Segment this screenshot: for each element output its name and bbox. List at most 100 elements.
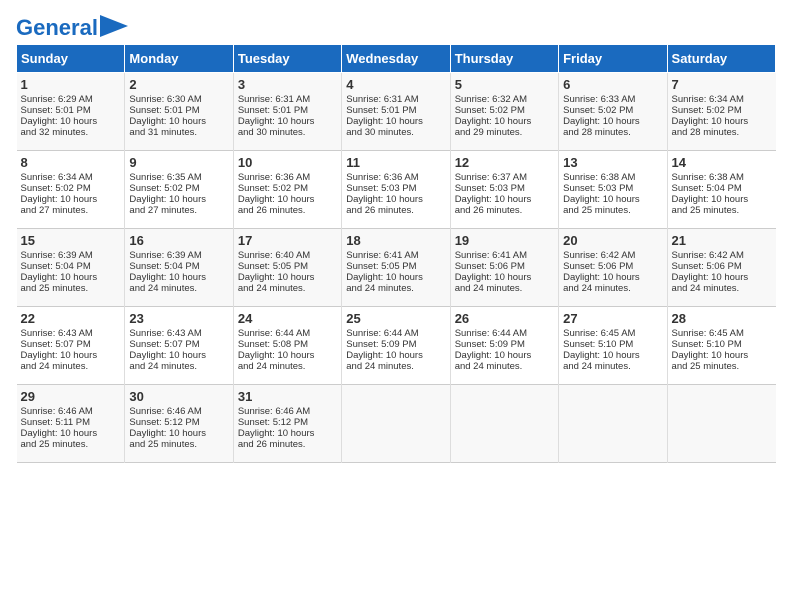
- day-info-line: Daylight: 10 hours: [21, 428, 121, 439]
- day-number: 5: [455, 77, 554, 92]
- day-info-line: Sunset: 5:10 PM: [672, 339, 772, 350]
- day-info-line: and 27 minutes.: [21, 205, 121, 216]
- day-number: 26: [455, 311, 554, 326]
- day-number: 18: [346, 233, 445, 248]
- day-info-line: Sunrise: 6:32 AM: [455, 94, 554, 105]
- week-row-3: 15Sunrise: 6:39 AMSunset: 5:04 PMDayligh…: [17, 229, 776, 307]
- col-header-tuesday: Tuesday: [233, 45, 341, 73]
- day-info-line: and 24 minutes.: [129, 283, 228, 294]
- day-info-line: Sunrise: 6:30 AM: [129, 94, 228, 105]
- day-cell: 11Sunrise: 6:36 AMSunset: 5:03 PMDayligh…: [342, 151, 450, 229]
- day-info-line: Daylight: 10 hours: [129, 428, 228, 439]
- day-number: 29: [21, 389, 121, 404]
- day-cell: 12Sunrise: 6:37 AMSunset: 5:03 PMDayligh…: [450, 151, 558, 229]
- day-info-line: Sunrise: 6:38 AM: [672, 172, 772, 183]
- week-row-5: 29Sunrise: 6:46 AMSunset: 5:11 PMDayligh…: [17, 385, 776, 463]
- day-info-line: Sunrise: 6:40 AM: [238, 250, 337, 261]
- day-info-line: Daylight: 10 hours: [672, 116, 772, 127]
- day-info-line: Daylight: 10 hours: [238, 428, 337, 439]
- day-number: 21: [672, 233, 772, 248]
- day-number: 9: [129, 155, 228, 170]
- day-info-line: Daylight: 10 hours: [563, 350, 662, 361]
- day-info-line: Sunrise: 6:36 AM: [238, 172, 337, 183]
- day-info-line: Sunset: 5:01 PM: [346, 105, 445, 116]
- day-info-line: Sunset: 5:03 PM: [563, 183, 662, 194]
- day-info-line: Daylight: 10 hours: [346, 194, 445, 205]
- logo-arrow-icon: [100, 15, 128, 37]
- day-info-line: Daylight: 10 hours: [672, 194, 772, 205]
- day-cell: 23Sunrise: 6:43 AMSunset: 5:07 PMDayligh…: [125, 307, 233, 385]
- day-info-line: Sunset: 5:12 PM: [129, 417, 228, 428]
- day-info-line: and 25 minutes.: [21, 439, 121, 450]
- day-cell: 25Sunrise: 6:44 AMSunset: 5:09 PMDayligh…: [342, 307, 450, 385]
- day-info-line: Daylight: 10 hours: [21, 116, 121, 127]
- day-info-line: and 24 minutes.: [238, 283, 337, 294]
- col-header-thursday: Thursday: [450, 45, 558, 73]
- day-cell: 16Sunrise: 6:39 AMSunset: 5:04 PMDayligh…: [125, 229, 233, 307]
- day-cell: 9Sunrise: 6:35 AMSunset: 5:02 PMDaylight…: [125, 151, 233, 229]
- day-number: 23: [129, 311, 228, 326]
- page-container: General SundayMondayTuesdayWednesdayThur…: [0, 0, 792, 471]
- day-info-line: Sunrise: 6:29 AM: [21, 94, 121, 105]
- day-info-line: Sunset: 5:10 PM: [563, 339, 662, 350]
- day-info-line: Sunrise: 6:41 AM: [346, 250, 445, 261]
- logo-text: General: [16, 16, 98, 40]
- day-info-line: Sunrise: 6:46 AM: [129, 406, 228, 417]
- day-info-line: Sunset: 5:04 PM: [129, 261, 228, 272]
- day-info-line: Sunrise: 6:38 AM: [563, 172, 662, 183]
- day-number: 4: [346, 77, 445, 92]
- day-info-line: Sunrise: 6:31 AM: [346, 94, 445, 105]
- day-info-line: and 24 minutes.: [563, 361, 662, 372]
- day-cell: 29Sunrise: 6:46 AMSunset: 5:11 PMDayligh…: [17, 385, 125, 463]
- day-info-line: Sunset: 5:12 PM: [238, 417, 337, 428]
- day-info-line: Sunset: 5:02 PM: [129, 183, 228, 194]
- day-info-line: Daylight: 10 hours: [129, 194, 228, 205]
- day-info-line: and 24 minutes.: [21, 361, 121, 372]
- day-info-line: and 24 minutes.: [672, 283, 772, 294]
- day-info-line: Daylight: 10 hours: [346, 350, 445, 361]
- day-info-line: Daylight: 10 hours: [563, 116, 662, 127]
- day-info-line: Sunset: 5:05 PM: [346, 261, 445, 272]
- day-info-line: Daylight: 10 hours: [672, 272, 772, 283]
- day-info-line: Sunrise: 6:43 AM: [21, 328, 121, 339]
- day-number: 27: [563, 311, 662, 326]
- day-info-line: Sunset: 5:02 PM: [21, 183, 121, 194]
- day-info-line: Daylight: 10 hours: [129, 116, 228, 127]
- header: General: [16, 12, 776, 36]
- day-info-line: and 24 minutes.: [346, 361, 445, 372]
- day-info-line: Daylight: 10 hours: [455, 194, 554, 205]
- day-number: 8: [21, 155, 121, 170]
- day-info-line: Sunset: 5:07 PM: [21, 339, 121, 350]
- day-cell: 6 Sunrise: 6:33 AMSunset: 5:02 PMDaylight…: [559, 73, 667, 151]
- day-info-line: Sunset: 5:09 PM: [346, 339, 445, 350]
- day-info-line: Daylight: 10 hours: [238, 272, 337, 283]
- day-info-line: Sunset: 5:02 PM: [672, 105, 772, 116]
- day-info-line: Sunset: 5:06 PM: [455, 261, 554, 272]
- day-number: 30: [129, 389, 228, 404]
- day-cell: 13 Sunrise: 6:38 AMSunset: 5:03 PMDayligh…: [559, 151, 667, 229]
- week-row-1: 1 Sunrise: 6:29 AM Sunset: 5:01 PM Daylight…: [17, 73, 776, 151]
- day-number: 1: [21, 77, 121, 92]
- day-info-line: Sunset: 5:06 PM: [563, 261, 662, 272]
- day-info-line: Sunrise: 6:33 AM: [563, 94, 662, 105]
- day-number: 13: [563, 155, 662, 170]
- day-info-line: Daylight: 10 hours: [21, 194, 121, 205]
- day-info-line: and 25 minutes.: [129, 439, 228, 450]
- day-info-line: Sunrise: 6:43 AM: [129, 328, 228, 339]
- day-info-line: Sunrise: 6:39 AM: [129, 250, 228, 261]
- col-header-sunday: Sunday: [17, 45, 125, 73]
- day-cell: 14Sunrise: 6:38 AMSunset: 5:04 PMDayligh…: [667, 151, 775, 229]
- day-number: 25: [346, 311, 445, 326]
- day-info-line: Daylight: 10 hours: [129, 272, 228, 283]
- day-info-line: and 25 minutes.: [672, 361, 772, 372]
- day-info-line: and 25 minutes.: [563, 205, 662, 216]
- day-info-line: Daylight: 10 hours: [563, 194, 662, 205]
- day-cell: 28Sunrise: 6:45 AMSunset: 5:10 PMDayligh…: [667, 307, 775, 385]
- header-row: SundayMondayTuesdayWednesdayThursdayFrid…: [17, 45, 776, 73]
- day-info-line: Sunrise: 6:34 AM: [21, 172, 121, 183]
- col-header-saturday: Saturday: [667, 45, 775, 73]
- day-number: 6: [563, 77, 662, 92]
- day-info-line: Sunset: 5:04 PM: [672, 183, 772, 194]
- day-info-line: Sunset: 5:02 PM: [563, 105, 662, 116]
- day-info-line: and 25 minutes.: [21, 283, 121, 294]
